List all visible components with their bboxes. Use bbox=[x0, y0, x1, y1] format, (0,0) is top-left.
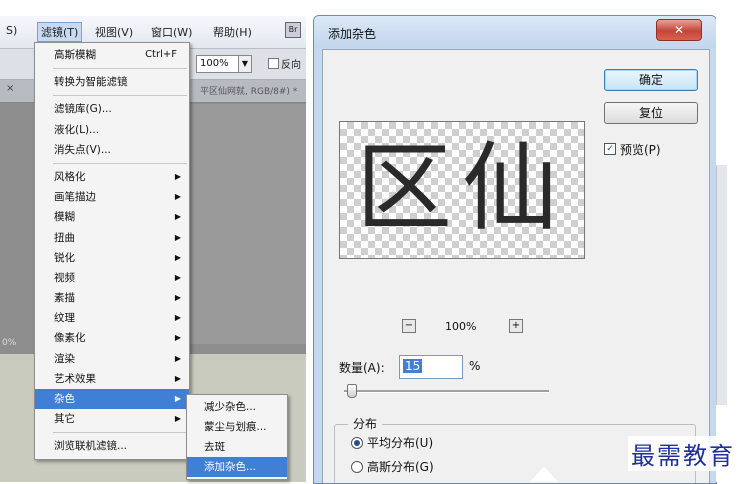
preview-label: 预览(P) bbox=[620, 143, 661, 157]
menu-divider bbox=[53, 95, 187, 97]
reset-button[interactable]: 复位 bbox=[604, 102, 698, 124]
menu-label: 画笔描边 bbox=[54, 191, 96, 204]
submenu-reduce-noise[interactable]: 减少杂色... bbox=[187, 397, 287, 417]
menu-blur[interactable]: 模糊 ▶ bbox=[35, 207, 189, 227]
doc-title: 平区仙网就, RGB/8#) * bbox=[200, 87, 298, 97]
watermark-logo: 最需教育 bbox=[628, 436, 738, 471]
menu-item-view[interactable]: 视图(V) bbox=[95, 24, 133, 40]
menu-label: 锐化 bbox=[54, 251, 75, 264]
filter-menu: 高斯模糊 Ctrl+F 转换为智能滤镜 滤镜库(G)... 液化(L)... 消失… bbox=[34, 42, 190, 460]
menu-pixelate[interactable]: 像素化 ▶ bbox=[35, 328, 189, 348]
menu-brush-strokes[interactable]: 画笔描边 ▶ bbox=[35, 187, 189, 207]
submenu-add-noise[interactable]: 添加杂色... bbox=[187, 457, 287, 477]
zoom-field[interactable]: 100% bbox=[196, 55, 239, 73]
preview-image[interactable]: 区仙 bbox=[339, 121, 585, 259]
menu-distort[interactable]: 扭曲 ▶ bbox=[35, 228, 189, 248]
menu-label: 纹理 bbox=[54, 312, 75, 325]
menu-label: 渲染 bbox=[54, 352, 75, 365]
canvas-document bbox=[188, 104, 306, 344]
menu-label: 像素化 bbox=[54, 332, 86, 345]
submenu-arrow-icon: ▶ bbox=[174, 313, 181, 323]
doc-close-icon[interactable]: × bbox=[6, 83, 14, 94]
distribution-label: 分布 bbox=[348, 415, 383, 432]
uniform-radio[interactable] bbox=[351, 437, 363, 449]
zoom-in-button[interactable]: + bbox=[509, 319, 523, 333]
submenu-arrow-icon: ▶ bbox=[174, 171, 181, 181]
submenu-arrow-icon: ▶ bbox=[174, 373, 181, 383]
menu-shortcut: Ctrl+F bbox=[145, 49, 177, 60]
scrollbar[interactable] bbox=[716, 165, 727, 405]
submenu-arrow-icon: ▶ bbox=[174, 272, 181, 282]
menu-item-select[interactable]: S) bbox=[6, 24, 17, 37]
page-scroll-area bbox=[716, 15, 747, 482]
menu-item-window[interactable]: 窗口(W) bbox=[151, 24, 192, 40]
amount-input[interactable]: 15 bbox=[399, 355, 463, 379]
submenu-despeckle[interactable]: 去斑 bbox=[187, 437, 287, 457]
menu-label: 其它 bbox=[54, 413, 75, 426]
menu-label: 杂色 bbox=[54, 393, 75, 405]
submenu-arrow-icon: ▶ bbox=[174, 414, 181, 424]
zoom-out-button[interactable]: − bbox=[402, 319, 416, 333]
submenu-dust-scratches[interactable]: 蒙尘与划痕... bbox=[187, 417, 287, 437]
preview-text: 区仙 bbox=[356, 132, 568, 244]
menu-last-filter[interactable]: 高斯模糊 Ctrl+F bbox=[35, 45, 189, 65]
menu-convert-smart[interactable]: 转换为智能滤镜 bbox=[35, 72, 189, 92]
dialog-titlebar[interactable]: 添加杂色 ✕ bbox=[314, 16, 716, 48]
amount-slider-thumb[interactable] bbox=[347, 384, 357, 398]
menu-stylize[interactable]: 风格化 ▶ bbox=[35, 167, 189, 187]
submenu-arrow-icon: ▶ bbox=[174, 333, 181, 343]
amount-unit: % bbox=[469, 359, 481, 373]
menu-sketch[interactable]: 素描 ▶ bbox=[35, 288, 189, 308]
menu-label: 艺术效果 bbox=[54, 372, 96, 385]
menu-noise[interactable]: 杂色 ▶ bbox=[35, 389, 189, 410]
menu-item-help[interactable]: 帮助(H) bbox=[213, 24, 252, 40]
menu-render[interactable]: 渲染 ▶ bbox=[35, 349, 189, 369]
amount-slider-track[interactable] bbox=[344, 390, 549, 393]
preview-checkbox[interactable]: ✓ bbox=[604, 143, 616, 155]
menu-sharpen[interactable]: 锐化 ▶ bbox=[35, 248, 189, 268]
add-noise-dialog: 添加杂色 ✕ 确定 复位 ✓ 预览(P) 区仙 − 100% + 数量(A): … bbox=[313, 15, 717, 484]
submenu-arrow-icon: ▶ bbox=[174, 232, 181, 242]
uniform-label: 平均分布(U) bbox=[367, 436, 434, 450]
gaussian-label: 高斯分布(G) bbox=[367, 460, 434, 474]
menu-label: 风格化 bbox=[54, 170, 86, 183]
noise-submenu: 减少杂色... 蒙尘与划痕... 去斑 添加杂色... bbox=[186, 394, 288, 480]
zoom-dropdown-icon[interactable]: ▼ bbox=[238, 55, 252, 73]
menu-divider bbox=[53, 68, 187, 70]
callout-notch bbox=[530, 466, 558, 482]
menu-label: 素描 bbox=[54, 292, 75, 305]
submenu-arrow-icon: ▶ bbox=[174, 293, 181, 303]
amount-value: 15 bbox=[403, 359, 423, 373]
preview-zoom: 100% bbox=[445, 320, 477, 333]
ok-button[interactable]: 确定 bbox=[604, 69, 698, 91]
menu-browse-online[interactable]: 浏览联机滤镜... bbox=[35, 436, 189, 456]
menu-divider bbox=[53, 432, 187, 434]
menu-item-filter[interactable]: 滤镜(T) bbox=[37, 22, 83, 42]
menu-other[interactable]: 其它 ▶ bbox=[35, 409, 189, 429]
submenu-arrow-icon: ▶ bbox=[174, 192, 181, 202]
menu-label: 视频 bbox=[54, 271, 75, 284]
close-button[interactable]: ✕ bbox=[656, 19, 702, 41]
menu-label: 扭曲 bbox=[54, 231, 75, 244]
menu-last-filter-label: 高斯模糊 bbox=[54, 49, 96, 61]
menu-divider bbox=[53, 162, 187, 164]
menu-video[interactable]: 视频 ▶ bbox=[35, 268, 189, 288]
menu-liquify[interactable]: 液化(L)... bbox=[35, 120, 189, 140]
gaussian-radio[interactable] bbox=[351, 461, 363, 473]
submenu-arrow-icon: ▶ bbox=[174, 353, 181, 363]
submenu-arrow-icon: ▶ bbox=[174, 394, 181, 403]
menu-texture[interactable]: 纹理 ▶ bbox=[35, 308, 189, 328]
zoom-status: 0% bbox=[2, 338, 17, 348]
dialog-title: 添加杂色 bbox=[328, 27, 377, 41]
menu-artistic[interactable]: 艺术效果 ▶ bbox=[35, 369, 189, 389]
invert-label: 反向 bbox=[281, 60, 301, 71]
submenu-arrow-icon: ▶ bbox=[174, 212, 181, 222]
submenu-arrow-icon: ▶ bbox=[174, 252, 181, 262]
menu-filter-gallery[interactable]: 滤镜库(G)... bbox=[35, 99, 189, 119]
bridge-icon[interactable]: Br bbox=[285, 22, 301, 38]
invert-checkbox[interactable] bbox=[268, 58, 279, 69]
amount-label: 数量(A): bbox=[339, 361, 385, 375]
menu-vanishing-point[interactable]: 消失点(V)... bbox=[35, 140, 189, 160]
menu-label: 模糊 bbox=[54, 211, 75, 224]
